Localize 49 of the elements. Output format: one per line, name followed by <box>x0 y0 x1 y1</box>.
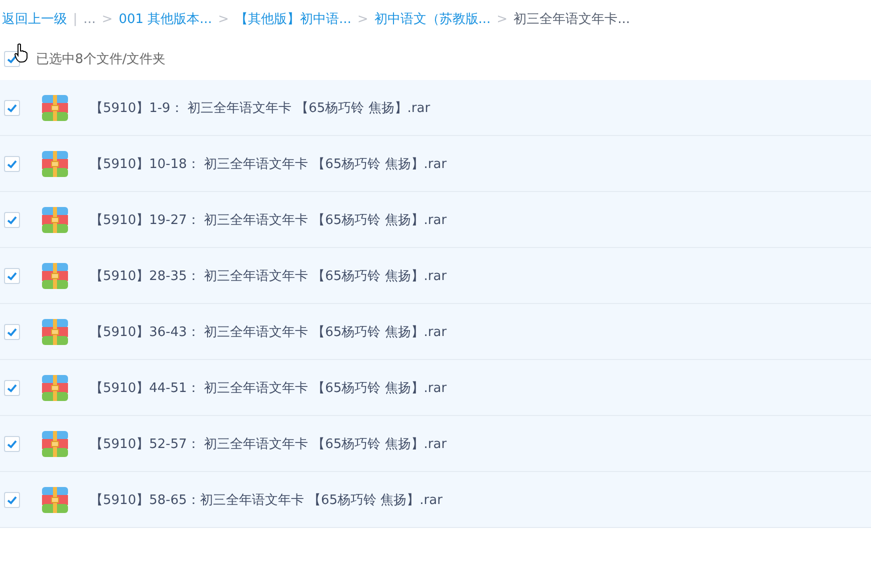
check-icon <box>6 270 18 282</box>
archive-file-icon <box>42 318 68 344</box>
file-name[interactable]: 【5910】58-65：初三全年语文年卡 【65杨巧铃 焦扬】.rar <box>90 490 442 508</box>
file-row[interactable]: 【5910】58-65：初三全年语文年卡 【65杨巧铃 焦扬】.rar <box>0 472 871 528</box>
selection-count-label: 已选中8个文件/文件夹 <box>36 51 166 68</box>
check-icon <box>6 158 18 170</box>
archive-file-icon <box>42 486 68 512</box>
file-row[interactable]: 【5910】36-43： 初三全年语文年卡 【65杨巧铃 焦扬】.rar <box>0 304 871 360</box>
check-icon <box>6 326 18 338</box>
file-row[interactable]: 【5910】28-35： 初三全年语文年卡 【65杨巧铃 焦扬】.rar <box>0 248 871 304</box>
file-row[interactable]: 【5910】52-57： 初三全年语文年卡 【65杨巧铃 焦扬】.rar <box>0 416 871 472</box>
file-row[interactable]: 【5910】1-9： 初三全年语文年卡 【65杨巧铃 焦扬】.rar <box>0 80 871 136</box>
file-name[interactable]: 【5910】19-27： 初三全年语文年卡 【65杨巧铃 焦扬】.rar <box>90 210 447 228</box>
file-checkbox[interactable] <box>4 212 20 228</box>
breadcrumb-separator: > <box>218 12 229 26</box>
check-icon <box>6 102 18 114</box>
file-checkbox[interactable] <box>4 100 20 116</box>
file-checkbox[interactable] <box>4 492 20 508</box>
file-name[interactable]: 【5910】36-43： 初三全年语文年卡 【65杨巧铃 焦扬】.rar <box>90 322 447 340</box>
breadcrumb-separator: > <box>357 12 368 26</box>
file-name[interactable]: 【5910】10-18： 初三全年语文年卡 【65杨巧铃 焦扬】.rar <box>90 154 447 172</box>
hand-cursor-icon <box>14 43 28 63</box>
file-name[interactable]: 【5910】52-57： 初三全年语文年卡 【65杨巧铃 焦扬】.rar <box>90 434 447 452</box>
archive-file-icon <box>42 430 68 456</box>
file-row[interactable]: 【5910】44-51： 初三全年语文年卡 【65杨巧铃 焦扬】.rar <box>0 360 871 416</box>
breadcrumb-current: 初三全年语文年卡... <box>514 11 630 28</box>
file-checkbox[interactable] <box>4 380 20 396</box>
check-icon <box>6 382 18 394</box>
file-row[interactable]: 【5910】10-18： 初三全年语文年卡 【65杨巧铃 焦扬】.rar <box>0 136 871 192</box>
breadcrumb-separator: > <box>496 12 508 26</box>
file-checkbox[interactable] <box>4 324 20 340</box>
check-icon <box>6 53 18 65</box>
file-name[interactable]: 【5910】1-9： 初三全年语文年卡 【65杨巧铃 焦扬】.rar <box>90 98 430 116</box>
file-name[interactable]: 【5910】28-35： 初三全年语文年卡 【65杨巧铃 焦扬】.rar <box>90 266 447 284</box>
breadcrumb-separator: > <box>102 12 113 26</box>
archive-file-icon <box>42 206 68 232</box>
file-checkbox[interactable] <box>4 268 20 284</box>
breadcrumb-divider: | <box>73 12 78 26</box>
check-icon <box>6 214 18 226</box>
check-icon <box>6 494 18 506</box>
archive-file-icon <box>42 150 68 176</box>
file-name[interactable]: 【5910】44-51： 初三全年语文年卡 【65杨巧铃 焦扬】.rar <box>90 378 447 396</box>
file-checkbox[interactable] <box>4 156 20 172</box>
archive-file-icon <box>42 374 68 400</box>
check-icon <box>6 438 18 450</box>
archive-file-icon <box>42 94 68 120</box>
archive-file-icon <box>42 262 68 288</box>
file-checkbox[interactable] <box>4 436 20 452</box>
file-row[interactable]: 【5910】19-27： 初三全年语文年卡 【65杨巧铃 焦扬】.rar <box>0 192 871 248</box>
